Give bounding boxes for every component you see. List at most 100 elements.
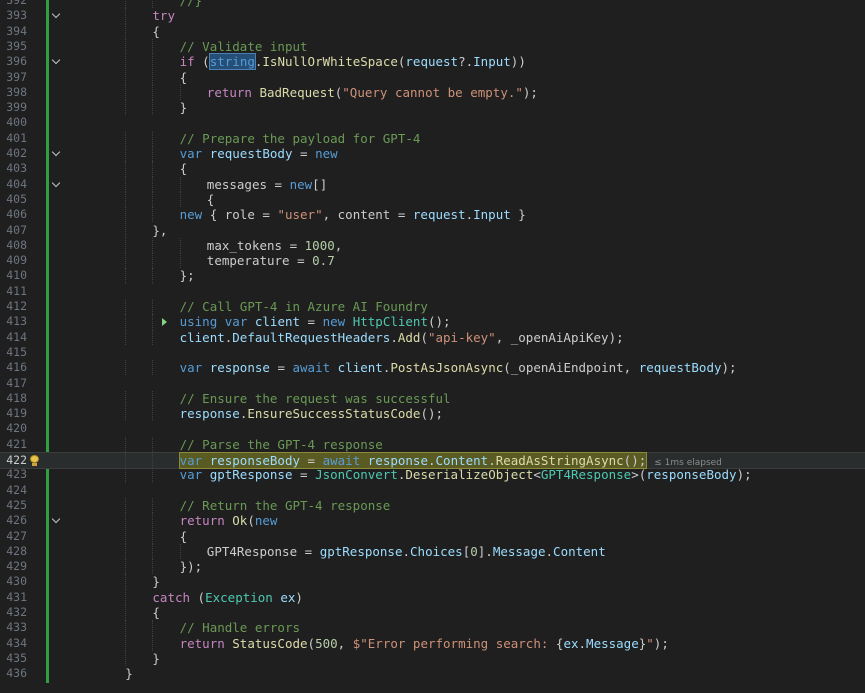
code-line[interactable]: 421 // Parse the GPT-4 response bbox=[0, 436, 865, 452]
code-line[interactable]: 398 return BadRequest("Query cannot be em… bbox=[0, 84, 865, 101]
code-line[interactable]: 429}); bbox=[0, 559, 865, 575]
code-text: // Handle errors bbox=[179, 620, 301, 636]
code-line[interactable]: 393 try bbox=[0, 8, 865, 24]
code-line[interactable]: 436} bbox=[0, 666, 865, 681]
line-number: 430 bbox=[6, 574, 27, 589]
code-text: return StatusCode(500, $"Error performin… bbox=[179, 635, 669, 651]
code-line[interactable]: 396 if (string.IsNullOrWhiteSpace(request… bbox=[0, 53, 865, 71]
code-line[interactable]: 435} bbox=[0, 650, 865, 667]
indent-guide bbox=[152, 436, 154, 452]
indent-guide bbox=[125, 635, 127, 651]
code-line[interactable]: 420 bbox=[0, 421, 865, 436]
fold-chevron-icon[interactable] bbox=[51, 8, 63, 23]
code-line[interactable]: 423 var gptResponse = JsonConvert.Deseria… bbox=[0, 467, 865, 483]
code-text: GPT4Response = gptResponse.Choices[0].Me… bbox=[206, 543, 606, 559]
line-number: 417 bbox=[6, 375, 27, 390]
indent-guide bbox=[152, 84, 154, 101]
line-number: 436 bbox=[6, 666, 27, 681]
code-line[interactable]: 399} bbox=[0, 100, 865, 116]
fold-chevron-icon[interactable] bbox=[51, 146, 63, 161]
indent-guide bbox=[125, 650, 127, 667]
line-number: 426 bbox=[6, 513, 27, 528]
code-line[interactable]: 407}, bbox=[0, 222, 865, 238]
code-line[interactable]: 411 bbox=[0, 284, 865, 299]
line-number: 403 bbox=[6, 161, 27, 176]
code-line[interactable]: 412 // Call GPT-4 in Azure AI Foundry bbox=[0, 299, 865, 315]
line-number: 422 bbox=[6, 453, 27, 467]
code-line[interactable]: 405 { bbox=[0, 191, 865, 208]
code-text: // Call GPT-4 in Azure AI Foundry bbox=[179, 299, 428, 314]
code-text: { bbox=[152, 605, 160, 620]
indent-guide bbox=[179, 253, 181, 269]
code-line[interactable]: 402 var requestBody = new bbox=[0, 146, 865, 162]
indent-guide bbox=[125, 38, 127, 55]
code-editor[interactable]: 392 //} 393 try 394 {395 // Validate input 396 i… bbox=[0, 0, 865, 693]
code-line[interactable]: 406 new { role = "user", content = reques… bbox=[0, 207, 865, 223]
line-number: 398 bbox=[6, 84, 27, 99]
code-line[interactable]: 397 { bbox=[0, 69, 865, 85]
indent-guide bbox=[125, 453, 127, 469]
code-text: // Prepare the payload for GPT-4 bbox=[179, 130, 421, 146]
code-text: return BadRequest("Query cannot be empty… bbox=[206, 84, 538, 100]
code-line[interactable]: 400 bbox=[0, 115, 865, 130]
indent-guide bbox=[152, 497, 154, 514]
code-line[interactable]: 427 { bbox=[0, 528, 865, 544]
code-line[interactable]: 394 { bbox=[0, 23, 865, 39]
code-text: var response = await client.PostAsJsonAs… bbox=[179, 360, 737, 376]
code-line[interactable]: 408 max_tokens = 1000, bbox=[0, 237, 865, 254]
code-line[interactable]: 431 catch (Exception ex) bbox=[0, 589, 865, 605]
code-line[interactable]: 403 { bbox=[0, 161, 865, 177]
code-line[interactable]: 434 return StatusCode(500, $"Error perfor… bbox=[0, 635, 865, 651]
code-line[interactable]: 409 temperature = 0.7 bbox=[0, 253, 865, 269]
code-line[interactable]: 426 return Ok(new bbox=[0, 513, 865, 529]
code-line[interactable]: 401 // Prepare the payload for GPT-4 bbox=[0, 130, 865, 146]
line-number: 424 bbox=[6, 482, 27, 497]
indent-guide bbox=[152, 191, 154, 208]
code-line[interactable]: 392 //} bbox=[0, 0, 865, 9]
line-number: 393 bbox=[6, 8, 27, 23]
indent-guide bbox=[125, 559, 127, 575]
code-line[interactable]: 432 { bbox=[0, 605, 865, 621]
line-number: 408 bbox=[6, 237, 27, 252]
indent-guide bbox=[152, 0, 154, 9]
indent-guide bbox=[152, 406, 154, 422]
code-line[interactable]: 433 // Handle errors bbox=[0, 620, 865, 636]
fold-chevron-icon[interactable] bbox=[51, 54, 63, 69]
code-line[interactable]: 417 bbox=[0, 376, 865, 391]
code-line[interactable]: 416 var response = await client.PostAsJso… bbox=[0, 360, 865, 376]
indent-guide bbox=[125, 146, 127, 162]
code-line[interactable]: 404 messages = new[] bbox=[0, 176, 865, 192]
code-line[interactable]: 425 // Return the GPT-4 response bbox=[0, 497, 865, 514]
code-line[interactable]: 428 GPT4Response = gptResponse.Choices[0]… bbox=[0, 543, 865, 560]
code-line[interactable]: 414 client.DefaultRequestHeaders.Add("api… bbox=[0, 329, 865, 345]
indent-guide bbox=[152, 635, 154, 651]
line-number: 399 bbox=[6, 100, 27, 115]
indent-guide bbox=[125, 513, 127, 529]
code-text: } bbox=[152, 574, 160, 590]
line-number: 416 bbox=[6, 360, 27, 375]
lightbulb-icon[interactable] bbox=[30, 455, 39, 466]
indent-guide bbox=[125, 589, 127, 605]
indent-guide bbox=[125, 84, 127, 101]
code-line[interactable]: 430} bbox=[0, 574, 865, 590]
indent-guide bbox=[152, 360, 154, 376]
code-line[interactable]: 410}; bbox=[0, 268, 865, 284]
code-line[interactable]: 419 response.EnsureSuccessStatusCode(); bbox=[0, 406, 865, 422]
code-line[interactable]: 415 bbox=[0, 345, 865, 360]
fold-chevron-icon[interactable] bbox=[51, 177, 63, 192]
code-text: { bbox=[152, 23, 160, 39]
fold-chevron-icon[interactable] bbox=[51, 513, 63, 528]
code-line[interactable]: 395 // Validate input bbox=[0, 38, 865, 55]
indent-guide bbox=[152, 207, 154, 223]
indent-guide bbox=[125, 528, 127, 544]
code-line[interactable]: 424 bbox=[0, 483, 865, 498]
indent-guide bbox=[125, 222, 127, 238]
code-line[interactable]: 418 // Ensure the request was successful bbox=[0, 390, 865, 407]
run-arrow-icon[interactable] bbox=[162, 318, 170, 327]
indent-guide bbox=[125, 176, 127, 192]
indent-guide bbox=[152, 467, 154, 483]
code-line[interactable]: 413 using var client = new HttpClient(); bbox=[0, 314, 865, 330]
indent-guide bbox=[152, 100, 154, 116]
code-text: // Ensure the request was successful bbox=[179, 390, 451, 406]
indent-guide bbox=[125, 268, 127, 284]
